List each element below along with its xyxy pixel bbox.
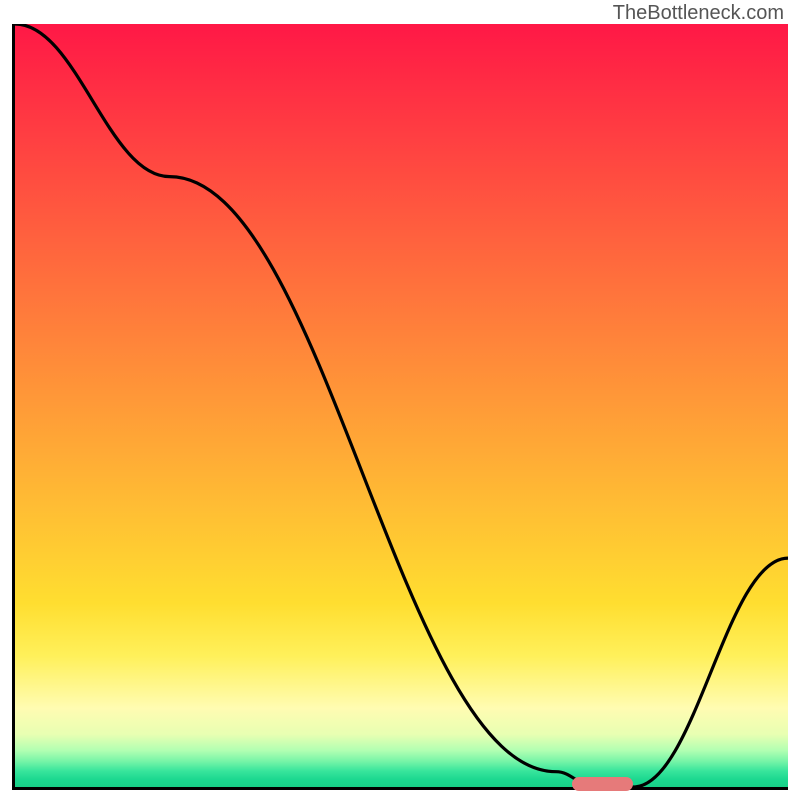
- watermark-text: TheBottleneck.com: [613, 2, 784, 25]
- optimal-range-marker: [572, 777, 634, 791]
- chart-gradient-background: [15, 24, 788, 787]
- chart-axes-frame: [12, 24, 788, 790]
